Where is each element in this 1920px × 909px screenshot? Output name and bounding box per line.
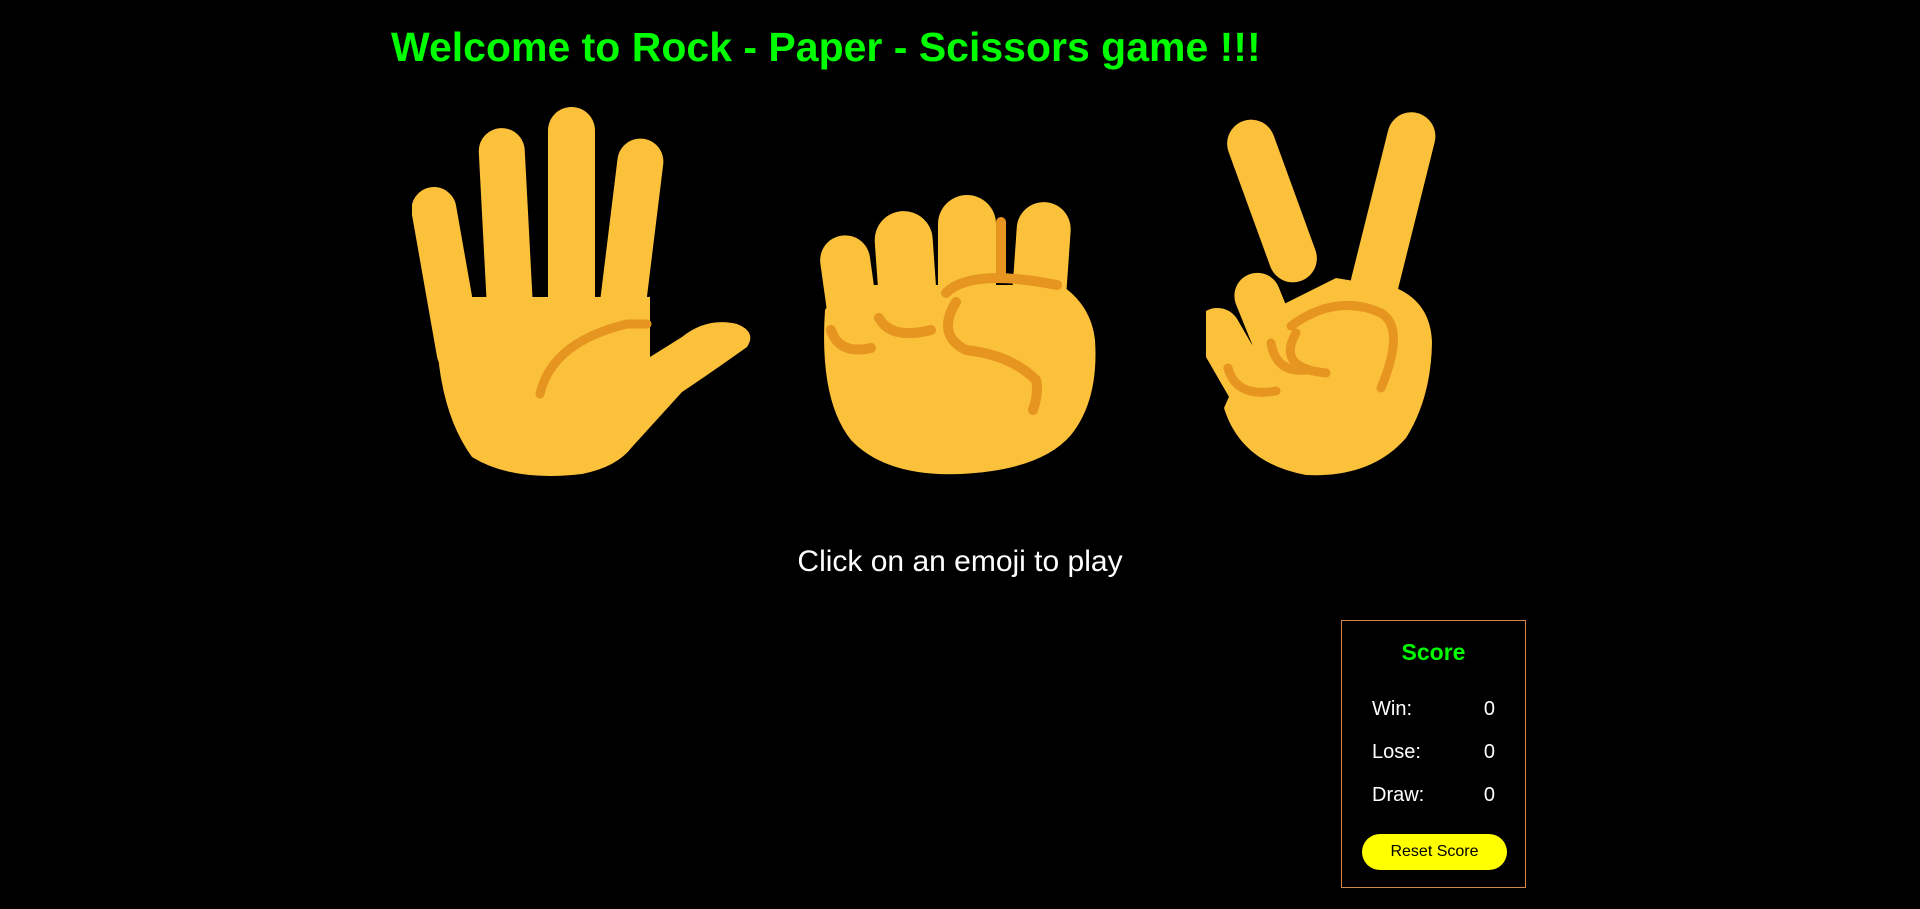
win-row: Win: 0 — [1372, 698, 1495, 721]
draw-row: Draw: 0 — [1372, 784, 1495, 807]
scissors-choice-button[interactable] — [1206, 108, 1441, 483]
raised-fist-icon — [820, 195, 1096, 475]
score-title: Score — [1401, 639, 1466, 665]
page-title: Welcome to Rock - Paper - Scissors game … — [391, 24, 1261, 70]
win-label: Win: — [1372, 698, 1412, 720]
draw-count: 0 — [1483, 784, 1495, 806]
raised-hand-icon — [412, 107, 751, 476]
victory-hand-icon — [1206, 112, 1436, 476]
reset-score-button[interactable]: Reset Score — [1362, 834, 1507, 870]
draw-label: Draw: — [1372, 784, 1425, 806]
paper-choice-button[interactable] — [412, 102, 757, 482]
lose-label: Lose: — [1372, 741, 1421, 763]
play-instructions: Click on an emoji to play — [797, 545, 1123, 578]
rock-choice-button[interactable] — [811, 190, 1101, 480]
lose-row: Lose: 0 — [1372, 741, 1495, 764]
lose-count: 0 — [1483, 741, 1495, 763]
win-count: 0 — [1483, 698, 1495, 720]
scoreboard: Score Win: 0 Lose: 0 Draw: 0 Reset Score — [1341, 620, 1526, 888]
